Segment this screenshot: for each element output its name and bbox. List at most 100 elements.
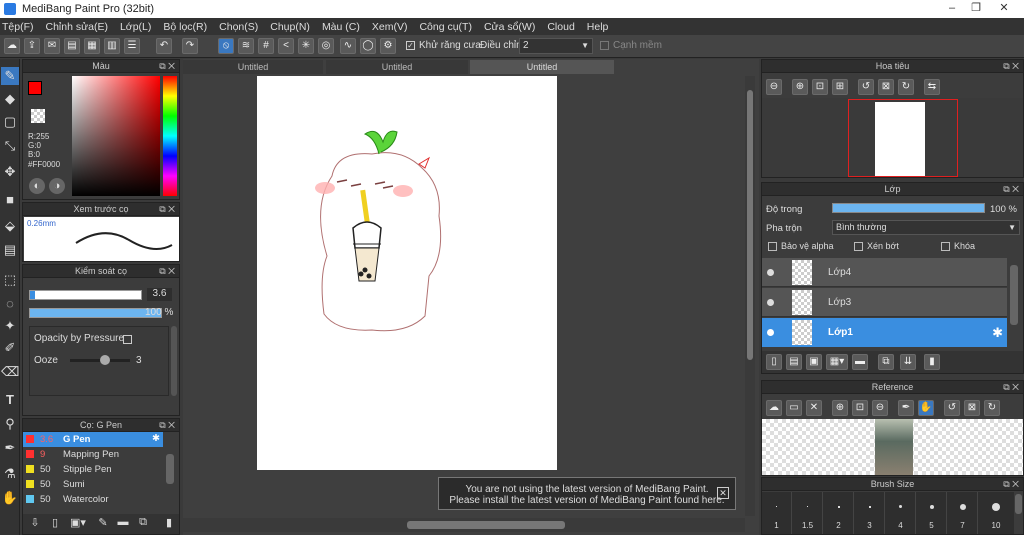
- size-cell[interactable]: 2: [824, 492, 854, 534]
- curve-snap-icon[interactable]: ∿: [340, 38, 356, 54]
- duplicate-icon[interactable]: ⧉: [135, 516, 151, 532]
- vanish-snap-icon[interactable]: <: [278, 38, 294, 54]
- fit-icon[interactable]: ⊡: [852, 400, 868, 416]
- pin-icon[interactable]: ⧉ ✕: [1003, 478, 1019, 491]
- gear-icon[interactable]: ✱: [152, 433, 160, 444]
- size-cell[interactable]: 4: [886, 492, 916, 534]
- delete-icon[interactable]: ▮: [161, 516, 177, 532]
- restore-button[interactable]: ❐: [964, 0, 988, 18]
- duplicate-layer-icon[interactable]: ▣: [806, 354, 822, 370]
- cross-snap-icon[interactable]: #: [258, 38, 274, 54]
- size-cell[interactable]: 5: [917, 492, 947, 534]
- select-eraser-icon[interactable]: ⌫: [1, 363, 19, 381]
- rotate-right-icon[interactable]: ↻: [898, 79, 914, 95]
- reset-rotation-icon[interactable]: ⊠: [878, 79, 894, 95]
- scrollbar[interactable]: [166, 454, 174, 484]
- menu-color[interactable]: Màu (C): [322, 21, 360, 33]
- cloud-icon[interactable]: ☁: [4, 38, 20, 54]
- select-tool-icon[interactable]: ⬚: [1, 271, 19, 289]
- brush-tool-icon[interactable]: ✎: [1, 67, 19, 85]
- brush-item-g-pen[interactable]: 3.6 G Pen ✱: [23, 432, 163, 447]
- brush-item-watercolor[interactable]: 50 Watercolor: [23, 492, 163, 507]
- layer-item[interactable]: Lớp3: [762, 288, 1007, 317]
- undo-icon[interactable]: ↶: [156, 38, 172, 54]
- folder-icon[interactable]: ▬: [115, 516, 131, 532]
- menu-filter[interactable]: Bộ lọc(R): [163, 21, 207, 33]
- color-picker-square[interactable]: [72, 76, 160, 196]
- eyedropper-icon[interactable]: ✒: [898, 400, 914, 416]
- pin-icon[interactable]: ⧉ ✕: [159, 60, 175, 73]
- clip-checkbox[interactable]: [854, 242, 863, 251]
- layer-menu-icon[interactable]: ▦▾: [826, 354, 848, 370]
- hand-tool-icon[interactable]: ✋: [1, 489, 19, 507]
- hand-icon[interactable]: ✋: [918, 400, 934, 416]
- layer-opacity-slider[interactable]: [832, 203, 985, 213]
- menu-snap[interactable]: Chụp(N): [270, 21, 310, 33]
- merge-icon[interactable]: ⇊: [900, 354, 916, 370]
- close-button[interactable]: ✕: [992, 0, 1016, 18]
- scrollbar-thumb[interactable]: [747, 90, 753, 360]
- folder-icon[interactable]: ▬: [852, 354, 868, 370]
- edge-checkbox[interactable]: [600, 41, 609, 50]
- select-pen-icon[interactable]: ✐: [1, 339, 19, 357]
- menu-select[interactable]: Chọn(S): [219, 21, 258, 33]
- brush-item-sumi[interactable]: 50 Sumi: [23, 477, 163, 492]
- flip-icon[interactable]: ⇆: [924, 79, 940, 95]
- gradient-tool-icon[interactable]: ▤: [1, 241, 19, 259]
- pin-icon[interactable]: ⧉ ✕: [159, 265, 175, 278]
- zoom-out-icon[interactable]: ⊖: [766, 79, 782, 95]
- antialias-checkbox[interactable]: ✓: [406, 41, 415, 50]
- horizontal-scrollbar[interactable]: [183, 518, 745, 532]
- menu-cloud[interactable]: Cloud: [547, 21, 574, 33]
- comment-icon[interactable]: ✉: [44, 38, 60, 54]
- navigator-viewport[interactable]: [848, 99, 958, 177]
- rotate-right-icon[interactable]: ↻: [984, 400, 1000, 416]
- size-slider[interactable]: [29, 290, 142, 300]
- menu-layer[interactable]: Lớp(L): [120, 21, 151, 33]
- gear-icon[interactable]: ✱: [992, 325, 1003, 341]
- tab-untitled-3[interactable]: Untitled: [470, 60, 614, 74]
- reference-image[interactable]: [875, 419, 913, 475]
- layer-item-selected[interactable]: Lớp1 ✱: [762, 318, 1007, 347]
- list-icon[interactable]: ☰: [124, 38, 140, 54]
- magic-wand-icon[interactable]: ✦: [1, 317, 19, 335]
- menu-file[interactable]: Tệp(F): [2, 21, 34, 33]
- edit-brush-icon[interactable]: ✎: [95, 516, 111, 532]
- grid-icon[interactable]: ▥: [104, 38, 120, 54]
- scrollbar[interactable]: [171, 326, 177, 396]
- pin-icon[interactable]: ⧉ ✕: [1003, 60, 1019, 73]
- trash-icon[interactable]: ▮: [924, 354, 940, 370]
- rect-tool-icon[interactable]: ▢: [1, 113, 19, 131]
- pin-icon[interactable]: ⧉ ✕: [1003, 381, 1019, 394]
- adjust-select[interactable]: 2 ▼: [519, 38, 593, 54]
- palette-icon[interactable]: ◐: [29, 178, 45, 194]
- visibility-icon[interactable]: [767, 329, 774, 336]
- copy-layer-icon[interactable]: ⧉: [878, 354, 894, 370]
- size-value[interactable]: 3.6: [147, 288, 172, 301]
- blend-select[interactable]: Bình thường ▼: [832, 220, 1020, 235]
- minimize-button[interactable]: –: [940, 0, 964, 18]
- pipette-icon[interactable]: ⚗: [1, 465, 19, 483]
- zoom-in-icon[interactable]: ⊕: [792, 79, 808, 95]
- fit-icon[interactable]: ⊡: [812, 79, 828, 95]
- no-snap-icon[interactable]: ⦸: [218, 38, 234, 54]
- zoom-out-icon[interactable]: ⊖: [872, 400, 888, 416]
- new-layer-icon[interactable]: ▯: [766, 354, 782, 370]
- eyedropper-icon[interactable]: ✒: [1, 439, 19, 457]
- ooze-slider[interactable]: [70, 355, 130, 365]
- parallel-snap-icon[interactable]: ≋: [238, 38, 254, 54]
- cloud-download-icon[interactable]: ⇩: [27, 516, 43, 532]
- scrollbar[interactable]: [1015, 494, 1022, 514]
- close-icon[interactable]: ✕: [717, 487, 729, 499]
- divide-tool-icon[interactable]: ⚲: [1, 415, 19, 433]
- hue-slider[interactable]: [163, 76, 177, 196]
- vertical-scrollbar[interactable]: [745, 76, 755, 516]
- eraser-tool-icon[interactable]: ◆: [1, 90, 19, 108]
- share-icon[interactable]: ⇪: [24, 38, 40, 54]
- menu-view[interactable]: Xem(V): [372, 21, 408, 33]
- lock-checkbox[interactable]: [941, 242, 950, 251]
- actual-size-icon[interactable]: ⊞: [832, 79, 848, 95]
- tab-untitled-2[interactable]: Untitled: [326, 60, 468, 74]
- update-notice[interactable]: You are not using the latest version of …: [438, 477, 736, 510]
- scrollbar[interactable]: [1010, 265, 1018, 325]
